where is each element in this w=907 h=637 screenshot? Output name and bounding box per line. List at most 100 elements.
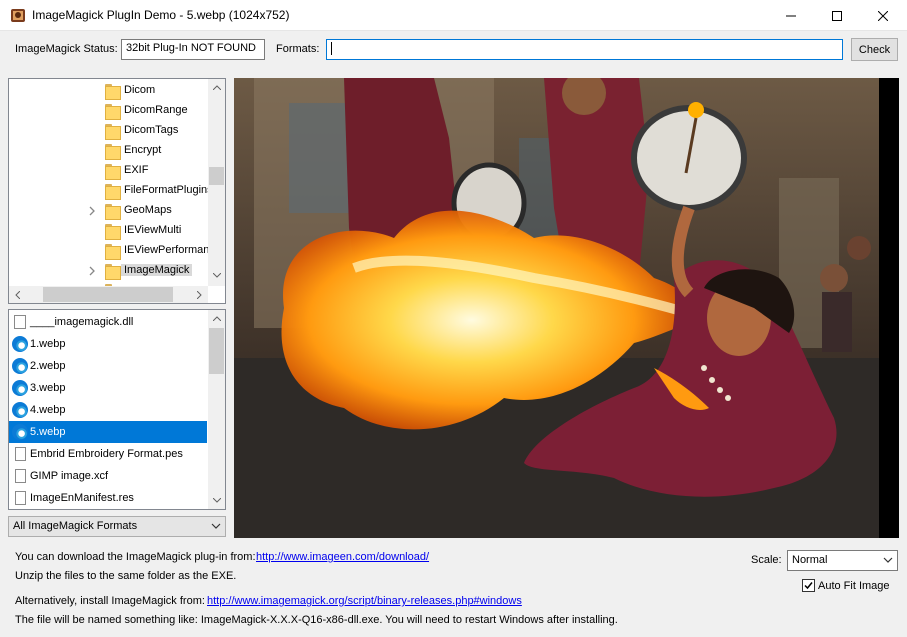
file-list-item[interactable]: ____imagemagick.dll xyxy=(9,311,207,333)
scroll-thumb[interactable] xyxy=(209,167,224,185)
folder-icon xyxy=(105,143,121,160)
scroll-up-arrow[interactable] xyxy=(208,79,225,96)
file-list-item[interactable]: 5.webp xyxy=(9,421,207,443)
tree-item-label: FileFormatPlugins xyxy=(124,184,213,196)
chevron-down-icon xyxy=(883,557,893,563)
scroll-down-arrow[interactable] xyxy=(208,492,225,509)
file-item-label: Embrid Embroidery Format.pes xyxy=(30,448,183,460)
download-text: You can download the ImageMagick plug-in… xyxy=(15,551,256,563)
tree-item[interactable]: DicomRange xyxy=(9,101,207,121)
file-item-label: 3.webp xyxy=(30,382,66,394)
folder-icon xyxy=(105,203,121,220)
file-list-item[interactable]: Embrid Embroidery Format.pes xyxy=(9,443,207,465)
maximize-button[interactable] xyxy=(814,0,860,31)
file-name-note: The file will be named something like: I… xyxy=(15,614,618,626)
file-list-scrollbar[interactable] xyxy=(208,310,225,509)
scroll-thumb[interactable] xyxy=(43,287,173,302)
chevron-right-icon[interactable] xyxy=(87,206,97,216)
tree-item-label: ImageMagick xyxy=(121,264,193,276)
tree-item-label: IEViewMulti xyxy=(124,224,182,236)
folder-icon xyxy=(105,263,121,280)
tree-item[interactable]: ImageMagick xyxy=(9,261,207,281)
scroll-thumb[interactable] xyxy=(209,328,224,374)
status-value: 32bit Plug-In NOT FOUND xyxy=(126,42,257,54)
folder-icon xyxy=(105,183,121,200)
file-item-label: 2.webp xyxy=(30,360,66,372)
edge-icon xyxy=(12,358,28,374)
edge-icon xyxy=(12,424,28,440)
scroll-down-arrow[interactable] xyxy=(208,267,225,284)
tree-item[interactable]: GeoMaps xyxy=(9,201,207,221)
file-item-label: 5.webp xyxy=(30,426,66,438)
scale-select[interactable]: Normal xyxy=(787,550,898,571)
tree-vertical-scrollbar[interactable] xyxy=(208,79,225,286)
formats-input[interactable] xyxy=(326,39,843,60)
title-bar: ImageMagick PlugIn Demo - 5.webp (1024x7… xyxy=(0,0,907,31)
tree-item[interactable]: IEViewPerformance xyxy=(9,241,221,261)
scale-label: Scale: xyxy=(751,554,782,566)
photo-fire-breather xyxy=(234,78,899,538)
tree-item[interactable]: FileFormatPlugins xyxy=(9,181,213,201)
folder-tree[interactable]: Dicom DicomRange DicomTags Encrypt EXIF FileF… xyxy=(8,78,226,304)
app-icon xyxy=(11,9,25,22)
file-list-item[interactable]: ImageEnManifest.res xyxy=(9,487,207,509)
imagemagick-link[interactable]: http://www.imagemagick.org/script/binary… xyxy=(207,595,522,607)
tree-item[interactable]: EXIF xyxy=(9,161,207,181)
close-icon xyxy=(878,10,888,21)
scroll-right-arrow[interactable] xyxy=(191,286,208,303)
file-list-item[interactable]: 1.webp xyxy=(9,333,207,355)
tree-item[interactable]: DicomTags xyxy=(9,121,207,141)
text-caret xyxy=(331,42,332,55)
format-filter-select[interactable]: All ImageMagick Formats xyxy=(8,516,226,537)
tree-item-label: IEViewPerformance xyxy=(124,244,222,256)
download-link[interactable]: http://www.imageen.com/download/ xyxy=(256,551,429,563)
file-item-label: ____imagemagick.dll xyxy=(30,316,134,328)
window-title: ImageMagick PlugIn Demo - 5.webp (1024x7… xyxy=(32,8,290,22)
auto-fit-label: Auto Fit Image xyxy=(818,580,890,592)
alternative-text: Alternatively, install ImageMagick from: xyxy=(15,595,205,607)
auto-fit-checkbox[interactable] xyxy=(802,579,815,592)
status-field[interactable]: 32bit Plug-In NOT FOUND xyxy=(121,39,265,60)
minimize-button[interactable] xyxy=(768,0,814,31)
format-filter-value: All ImageMagick Formats xyxy=(13,520,138,532)
scale-value: Normal xyxy=(792,554,828,566)
file-list-item[interactable]: GIMP image.xcf xyxy=(9,465,207,487)
tree-item[interactable]: Dicom xyxy=(9,81,207,101)
tree-item-label: DicomTags xyxy=(124,124,179,136)
tree-item-label: Encrypt xyxy=(124,144,162,156)
folder-icon xyxy=(105,243,121,260)
document-icon xyxy=(15,469,26,483)
tree-item-label: EXIF xyxy=(124,164,149,176)
dll-file-icon xyxy=(14,315,26,329)
chevron-right-icon[interactable] xyxy=(87,266,97,276)
edge-icon xyxy=(12,380,28,396)
tree-item-label: GeoMaps xyxy=(124,204,172,216)
close-button[interactable] xyxy=(860,0,906,31)
file-list-item[interactable]: 3.webp xyxy=(9,377,207,399)
folder-icon xyxy=(105,163,121,180)
folder-icon xyxy=(105,123,121,140)
tree-item[interactable]: IEViewMulti xyxy=(9,221,207,241)
file-list[interactable]: ____imagemagick.dll 1.webp 2.webp 3.webp 4.w… xyxy=(8,309,226,510)
check-label: Check xyxy=(858,43,891,56)
chevron-down-icon xyxy=(211,523,221,529)
unzip-text: Unzip the files to the same folder as th… xyxy=(15,570,237,582)
tree-item[interactable]: Encrypt xyxy=(9,141,207,161)
checkmark-icon xyxy=(804,582,813,590)
tree-item-label: DicomRange xyxy=(124,104,188,116)
check-button[interactable]: Check xyxy=(851,38,898,61)
file-list-item[interactable]: 2.webp xyxy=(9,355,207,377)
file-item-label: ImageEnManifest.res xyxy=(30,492,134,504)
scroll-left-arrow[interactable] xyxy=(9,286,26,303)
file-item-label: 4.webp xyxy=(30,404,66,416)
file-item-label: 1.webp xyxy=(30,338,66,350)
document-icon xyxy=(15,491,26,505)
tree-horizontal-scrollbar[interactable] xyxy=(9,286,208,303)
formats-label: Formats: xyxy=(276,43,320,55)
image-viewer[interactable] xyxy=(234,78,899,538)
folder-icon xyxy=(105,223,121,240)
file-list-item[interactable]: 4.webp xyxy=(9,399,207,421)
document-icon xyxy=(15,447,26,461)
scroll-up-arrow[interactable] xyxy=(208,310,225,327)
status-label: ImageMagick Status: xyxy=(15,43,118,55)
